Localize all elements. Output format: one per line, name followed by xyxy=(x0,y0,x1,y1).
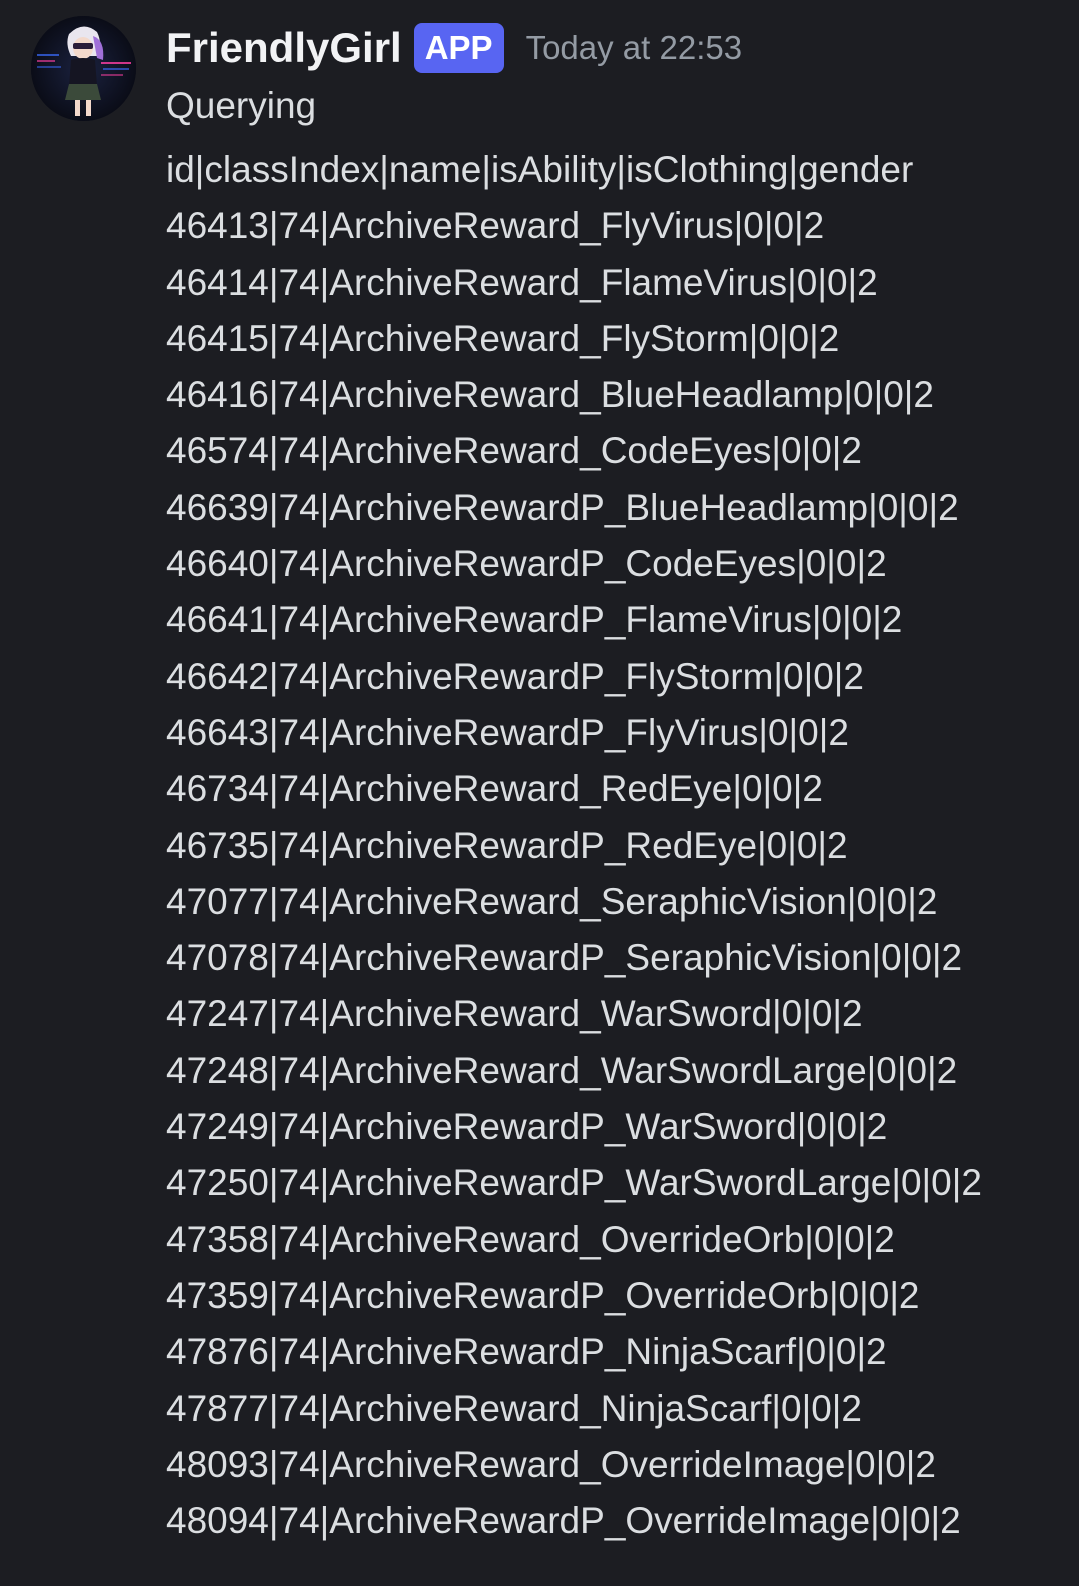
query-result-row: 46641|74|ArchiveRewardP_FlameVirus|0|0|2 xyxy=(166,599,903,641)
query-result-row: 46413|74|ArchiveReward_FlyVirus|0|0|2 xyxy=(166,205,825,247)
app-badge: APP xyxy=(413,23,504,73)
query-result-row: 46414|74|ArchiveReward_FlameVirus|0|0|2 xyxy=(166,261,878,303)
query-result-row: 46734|74|ArchiveReward_RedEye|0|0|2 xyxy=(166,768,823,810)
avatar-image xyxy=(31,16,136,121)
query-result-row: 46415|74|ArchiveReward_FlyStorm|0|0|2 xyxy=(166,317,840,359)
query-result-row: 47078|74|ArchiveRewardP_SeraphicVision|0… xyxy=(166,937,963,979)
query-result-block: id|classIndex|name|isAbility|isClothing|… xyxy=(166,142,982,1549)
query-result-row: 46639|74|ArchiveRewardP_BlueHeadlamp|0|0… xyxy=(166,486,959,528)
query-result-row: 47877|74|ArchiveReward_NinjaScarf|0|0|2 xyxy=(166,1387,862,1429)
chat-message: FriendlyGirl APP Today at 22:53 Querying… xyxy=(0,0,1079,1586)
query-result-row: 46574|74|ArchiveReward_CodeEyes|0|0|2 xyxy=(166,430,862,472)
query-result-row: 46640|74|ArchiveRewardP_CodeEyes|0|0|2 xyxy=(166,543,887,585)
message-header: FriendlyGirl APP Today at 22:53 xyxy=(166,18,742,78)
query-result-row: 48093|74|ArchiveReward_OverrideImage|0|0… xyxy=(166,1443,936,1485)
query-result-row: 48094|74|ArchiveRewardP_OverrideImage|0|… xyxy=(166,1500,961,1542)
query-result-row: 47358|74|ArchiveReward_OverrideOrb|0|0|2 xyxy=(166,1218,895,1260)
status-text: Querying xyxy=(166,85,317,126)
avatar[interactable] xyxy=(31,16,136,121)
timestamp[interactable]: Today at 22:53 xyxy=(526,29,743,67)
username[interactable]: FriendlyGirl xyxy=(166,24,402,72)
query-result-row: 47359|74|ArchiveRewardP_OverrideOrb|0|0|… xyxy=(166,1274,920,1316)
query-result-row: 46416|74|ArchiveReward_BlueHeadlamp|0|0|… xyxy=(166,374,934,416)
query-result-row: 47249|74|ArchiveRewardP_WarSword|0|0|2 xyxy=(166,1106,888,1148)
query-result-row: 47247|74|ArchiveReward_WarSword|0|0|2 xyxy=(166,993,863,1035)
query-result-row: 46642|74|ArchiveRewardP_FlyStorm|0|0|2 xyxy=(166,655,864,697)
query-result-row: 47876|74|ArchiveRewardP_NinjaScarf|0|0|2 xyxy=(166,1331,887,1373)
query-result-row: 47250|74|ArchiveRewardP_WarSwordLarge|0|… xyxy=(166,1162,982,1204)
query-result-row: 47077|74|ArchiveReward_SeraphicVision|0|… xyxy=(166,880,938,922)
query-result-row: 46643|74|ArchiveRewardP_FlyVirus|0|0|2 xyxy=(166,711,849,753)
query-result-row: 47248|74|ArchiveReward_WarSwordLarge|0|0… xyxy=(166,1049,958,1091)
query-header-row: id|classIndex|name|isAbility|isClothing|… xyxy=(166,149,914,190)
query-result-row: 46735|74|ArchiveRewardP_RedEye|0|0|2 xyxy=(166,824,848,866)
